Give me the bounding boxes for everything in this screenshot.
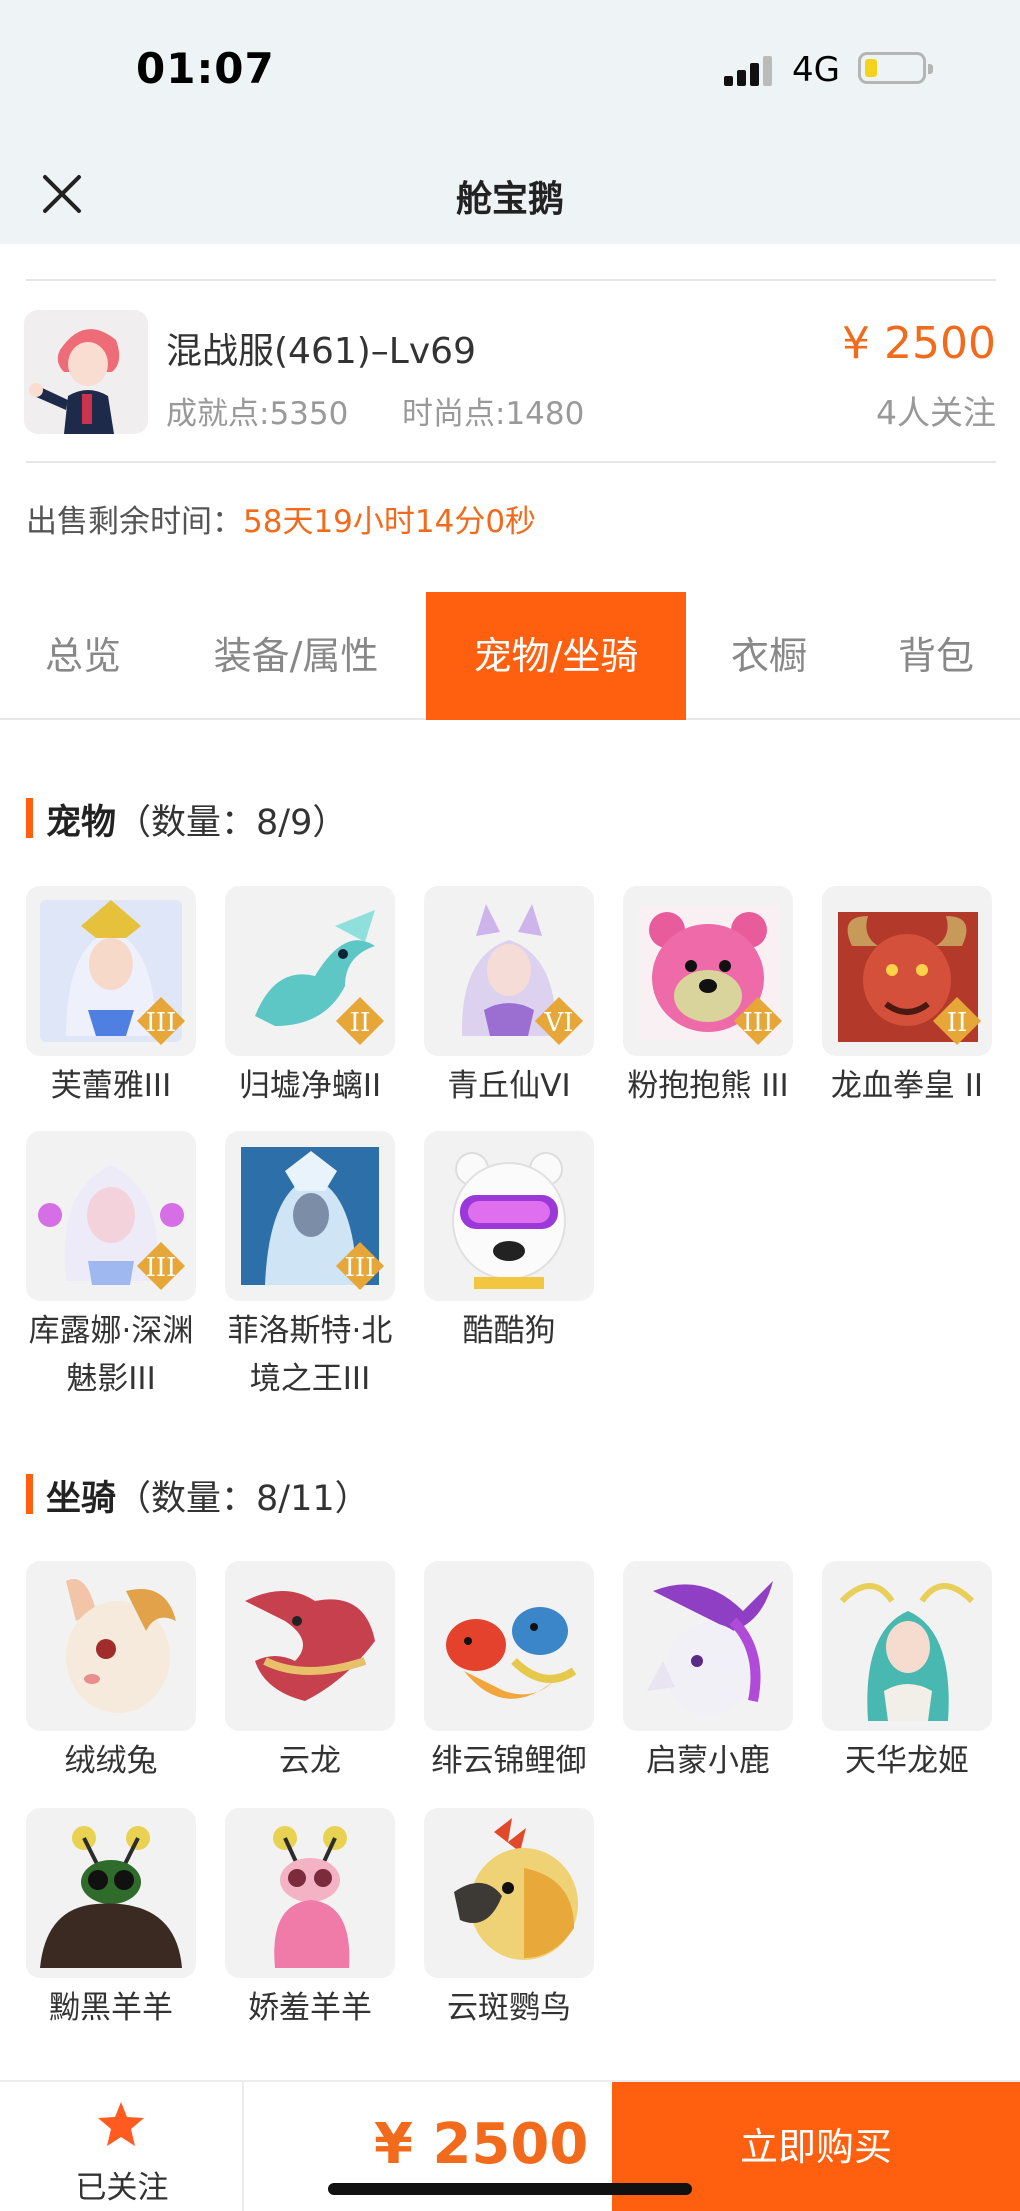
mount-name: 黝黑羊羊 — [49, 1990, 173, 2026]
follow-button[interactable]: 已关注 — [0, 2082, 244, 2211]
remaining-time-label: 出售剩余时间： — [26, 504, 243, 540]
divider — [26, 279, 996, 281]
mount-thumbnail — [225, 1808, 395, 1978]
mounts-title: 坐骑 — [46, 1479, 117, 1519]
nav-bar: 舱宝鹅 — [0, 140, 1020, 244]
tab-equipment[interactable]: 装备/属性 — [166, 592, 426, 720]
pet-item[interactable]: VI 青丘仙VI — [424, 886, 594, 1110]
mount-thumbnail — [26, 1808, 196, 1978]
mount-thumbnail — [623, 1561, 793, 1731]
pet-item[interactable]: III 库露娜·深渊魅影III — [26, 1131, 196, 1403]
pet-thumbnail: III — [225, 1131, 395, 1301]
network-type: 4G — [792, 50, 840, 90]
svg-text:II: II — [350, 1008, 371, 1038]
mount-item[interactable]: 绒绒兔 — [26, 1561, 196, 1785]
svg-text:II: II — [947, 1008, 968, 1038]
pet-name: 菲洛斯特·北境之王III — [227, 1313, 393, 1397]
status-bar: 01:07 4G — [0, 0, 1020, 140]
tab-pets-mounts[interactable]: 宠物/坐骑 — [426, 592, 686, 720]
pet-thumbnail: VI — [424, 886, 594, 1056]
fashion-points: 时尚点:1480 — [402, 396, 585, 432]
tab-backpack[interactable]: 背包 — [852, 592, 1020, 720]
mount-thumbnail — [822, 1561, 992, 1731]
tab-overview[interactable]: 总览 — [0, 592, 166, 720]
pet-item[interactable]: 酷酷狗 — [424, 1131, 594, 1355]
pet-thumbnail: III — [623, 886, 793, 1056]
page-title: 舱宝鹅 — [455, 179, 564, 220]
mount-item[interactable]: 黝黑羊羊 — [26, 1808, 196, 2032]
account-price: ¥ 2500 — [842, 318, 996, 369]
server-level: 混战服(461)–Lv69 — [166, 331, 476, 372]
mounts-section-header: 坐骑（数量：8/11） — [26, 1470, 370, 1521]
pet-name: 青丘仙VI — [447, 1068, 571, 1104]
mounts-count: （数量：8/11） — [116, 1479, 370, 1519]
pet-thumbnail: II — [225, 886, 395, 1056]
pets-title: 宠物 — [46, 803, 117, 843]
signal-icon — [724, 56, 776, 86]
status-time: 01:07 — [136, 44, 275, 93]
pet-name: 粉抱抱熊 III — [627, 1068, 789, 1104]
pet-name: 归墟净螭II — [238, 1068, 382, 1104]
mount-name: 天华龙姬 — [845, 1743, 969, 1779]
home-indicator — [328, 2183, 692, 2195]
mount-thumbnail — [424, 1808, 594, 1978]
pet-thumbnail — [424, 1131, 594, 1301]
svg-text:III: III — [345, 1253, 376, 1283]
mount-item[interactable]: 启蒙小鹿 — [623, 1561, 793, 1785]
pet-item[interactable]: II 龙血拳皇 II — [822, 886, 992, 1110]
svg-text:III: III — [146, 1253, 177, 1283]
remaining-time: 出售剩余时间：58天19小时14分0秒 — [26, 496, 536, 541]
pet-thumbnail: III — [26, 886, 196, 1056]
watcher-count: 4人关注 — [876, 393, 996, 432]
tab-bar: 总览 装备/属性 宠物/坐骑 衣橱 背包 — [0, 592, 1020, 720]
mount-name: 云斑鹦鸟 — [447, 1990, 571, 2026]
mount-thumbnail — [26, 1561, 196, 1731]
star-icon — [98, 2102, 144, 2146]
pets-section-header: 宠物（数量：8/9） — [26, 794, 347, 845]
pet-name: 芙蕾雅III — [50, 1068, 172, 1104]
mount-name: 绯云锦鲤御 — [431, 1743, 587, 1779]
mount-item[interactable]: 云龙 — [225, 1561, 395, 1785]
character-avatar — [24, 310, 148, 434]
pet-item[interactable]: II 归墟净螭II — [225, 886, 395, 1110]
tab-wardrobe[interactable]: 衣橱 — [686, 592, 852, 720]
mount-name: 娇羞羊羊 — [248, 1990, 372, 2026]
divider — [26, 461, 996, 463]
mount-thumbnail — [225, 1561, 395, 1731]
battery-icon — [858, 52, 933, 84]
follow-label: 已关注 — [75, 2170, 169, 2206]
mount-name: 启蒙小鹿 — [646, 1743, 770, 1779]
mount-name: 云龙 — [279, 1743, 341, 1779]
svg-text:VI: VI — [543, 1008, 573, 1038]
bottom-price: ¥ 2500 — [374, 2112, 589, 2177]
pet-name: 库露娜·深渊魅影III — [28, 1313, 194, 1397]
mount-item[interactable]: 绯云锦鲤御 — [424, 1561, 594, 1785]
pet-item[interactable]: III 粉抱抱熊 III — [623, 886, 793, 1110]
svg-text:III: III — [743, 1008, 774, 1038]
pet-item[interactable]: III 芙蕾雅III — [26, 886, 196, 1110]
achievement-points: 成就点:5350 — [166, 396, 349, 432]
mount-name: 绒绒兔 — [64, 1743, 158, 1779]
mount-item[interactable]: 天华龙姬 — [822, 1561, 992, 1785]
pets-count: （数量：8/9） — [116, 803, 348, 843]
mount-item[interactable]: 娇羞羊羊 — [225, 1808, 395, 2032]
pet-item[interactable]: III 菲洛斯特·北境之王III — [225, 1131, 395, 1403]
pet-thumbnail: III — [26, 1131, 196, 1301]
pet-thumbnail: II — [822, 886, 992, 1056]
remaining-time-value: 58天19小时14分0秒 — [243, 504, 537, 540]
svg-text:III: III — [146, 1008, 177, 1038]
mount-item[interactable]: 云斑鹦鸟 — [424, 1808, 594, 2032]
pet-name: 酷酷狗 — [462, 1313, 556, 1349]
pet-name: 龙血拳皇 II — [830, 1068, 984, 1104]
mount-thumbnail — [424, 1561, 594, 1731]
